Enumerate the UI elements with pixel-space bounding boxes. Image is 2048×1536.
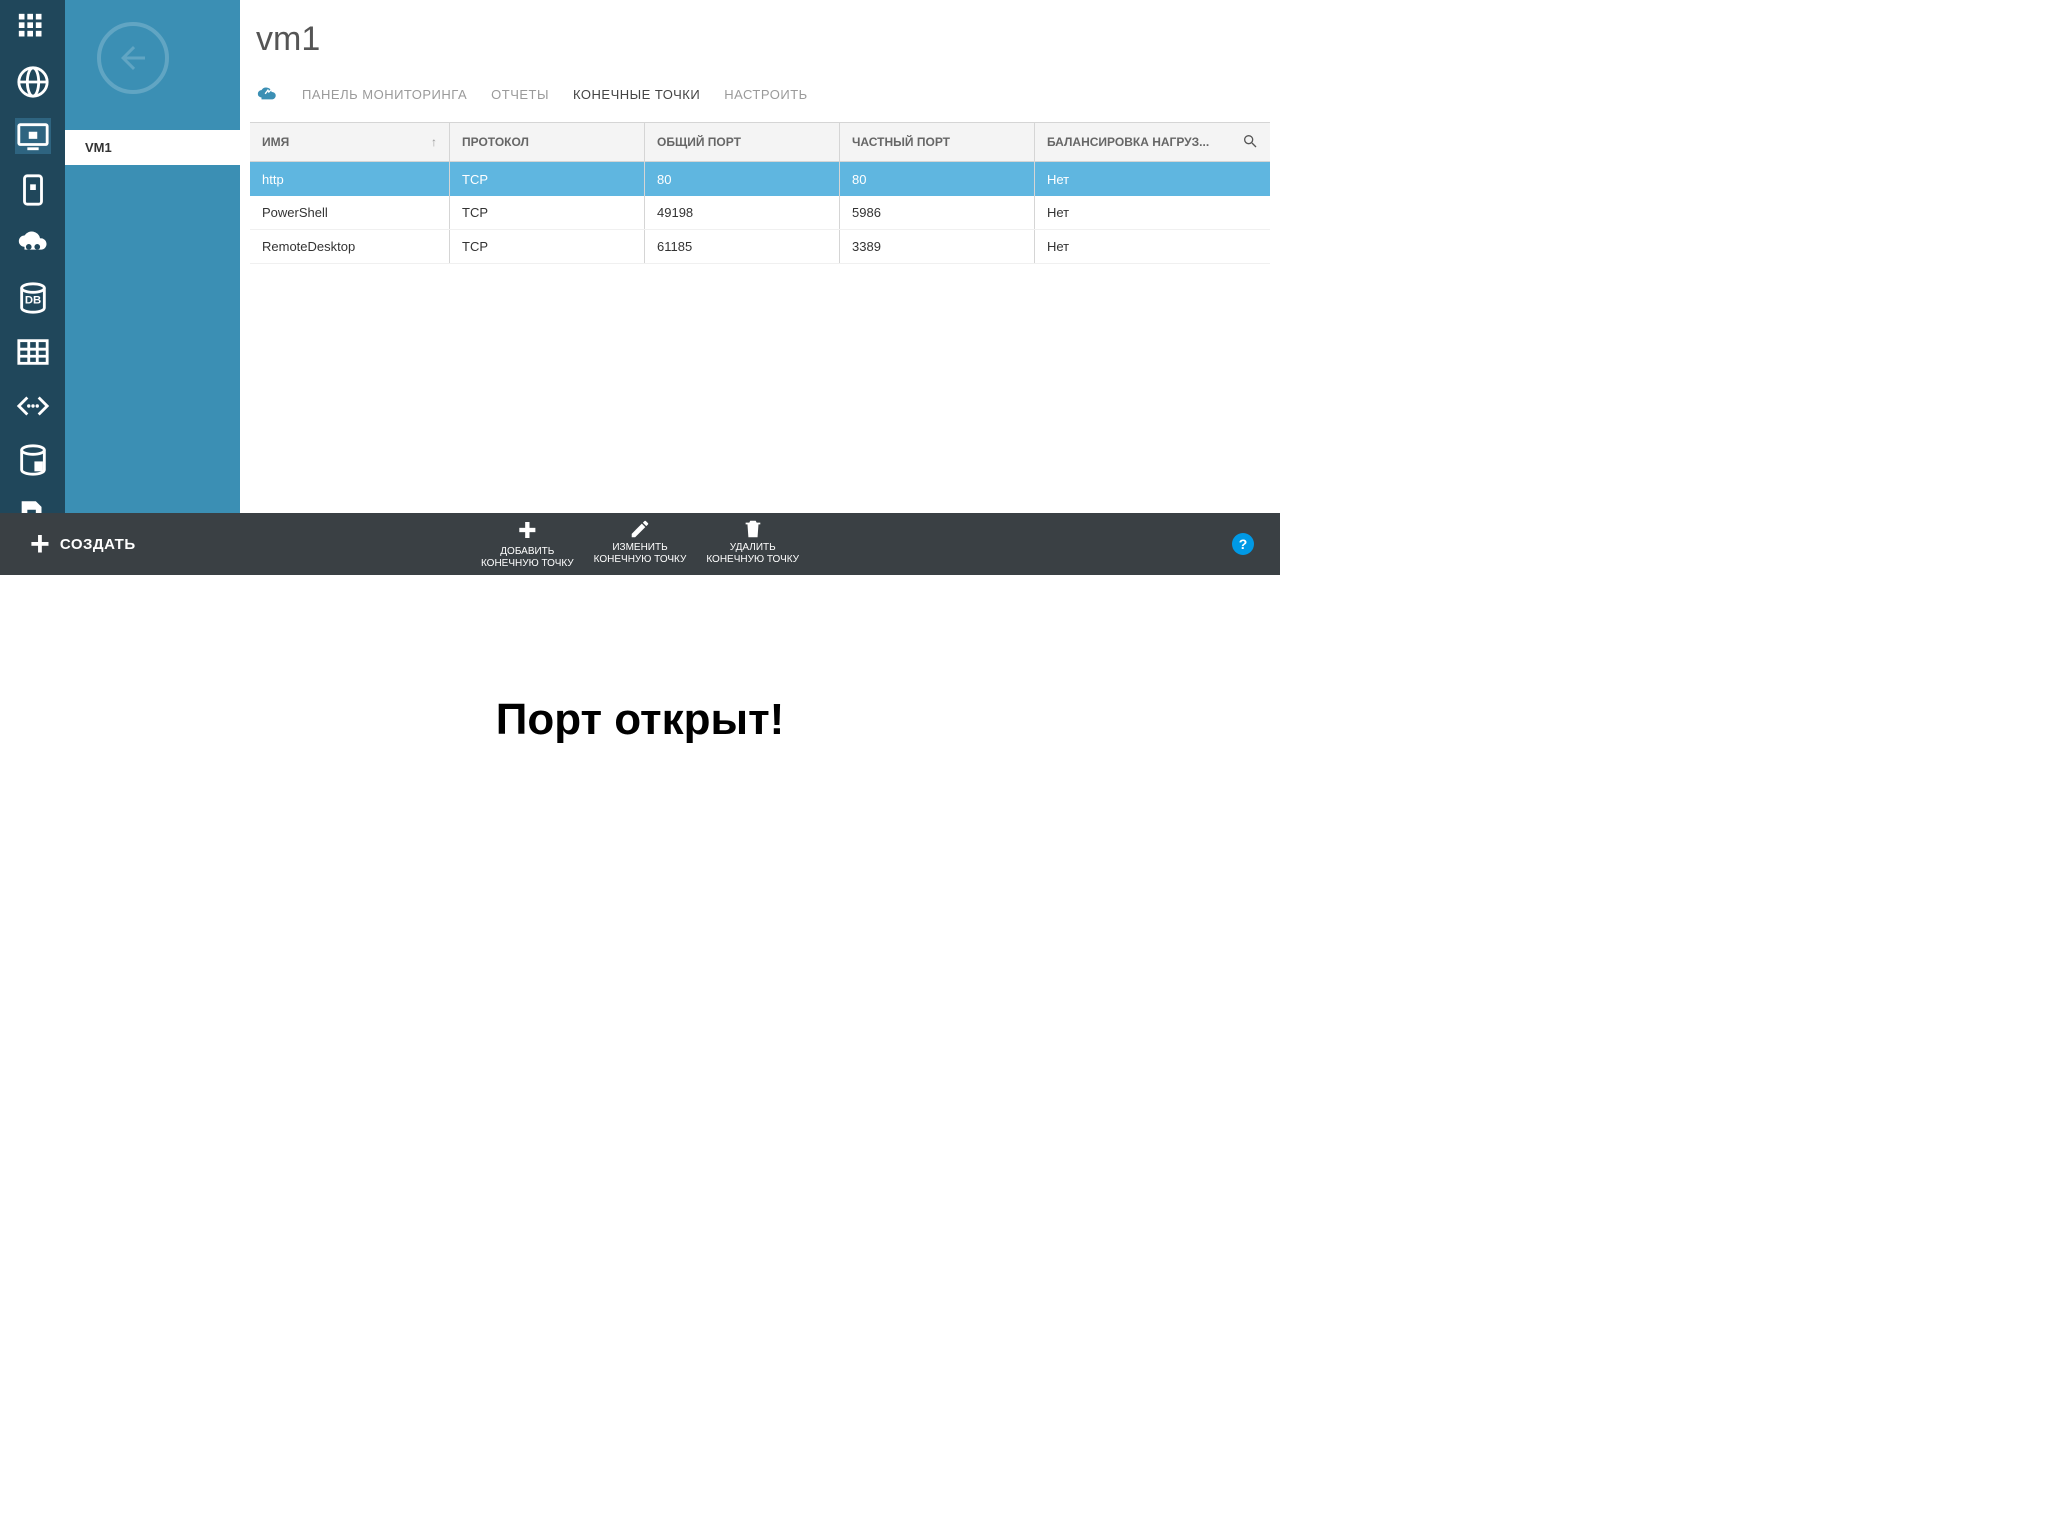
table-icon[interactable] xyxy=(15,334,51,370)
search-icon[interactable] xyxy=(1242,133,1258,152)
tab-configure[interactable]: НАСТРОИТЬ xyxy=(724,87,807,102)
cell-load-balancing: Нет xyxy=(1035,162,1270,196)
table-header: ИМЯ ↑ ПРОТОКОЛ ОБЩИЙ ПОРТ ЧАСТНЫЙ ПОРТ Б… xyxy=(250,122,1270,162)
page-title: vm1 xyxy=(256,20,1280,59)
col-header-protocol[interactable]: ПРОТОКОЛ xyxy=(450,123,645,161)
tab-reports[interactable]: ОТЧЕТЫ xyxy=(491,87,549,102)
col-header-private-port[interactable]: ЧАСТНЫЙ ПОРТ xyxy=(840,123,1035,161)
nav-panel: VM1 xyxy=(65,0,240,575)
tab-endpoints[interactable]: КОНЕЧНЫЕ ТОЧКИ xyxy=(573,87,700,102)
delete-label-1: УДАЛИТЬ xyxy=(730,542,776,554)
cell-name: http xyxy=(250,162,450,196)
cell-public-port: 49198 xyxy=(645,196,840,229)
edit-label-2: КОНЕЧНУЮ ТОЧКУ xyxy=(594,554,687,566)
delete-endpoint-button[interactable]: УДАЛИТЬ КОНЕЧНУЮ ТОЧКУ xyxy=(706,518,799,570)
back-button[interactable] xyxy=(97,22,169,94)
cloud-gear-icon[interactable] xyxy=(15,226,51,262)
create-label: СОЗДАТЬ xyxy=(60,536,136,553)
code-icon[interactable] xyxy=(15,388,51,424)
cell-name: PowerShell xyxy=(250,196,450,229)
pencil-icon xyxy=(629,518,651,540)
col-header-lb-label: БАЛАНСИРОВКА НАГРУЗ... xyxy=(1047,135,1209,149)
grid-icon[interactable] xyxy=(15,10,51,46)
table-row[interactable]: PowerShellTCP491985986Нет xyxy=(250,196,1270,230)
table-row[interactable]: httpTCP8080Нет xyxy=(250,162,1270,196)
arrow-left-icon xyxy=(115,40,151,76)
col-header-public-port[interactable]: ОБЩИЙ ПОРТ xyxy=(645,123,840,161)
cell-protocol: TCP xyxy=(450,196,645,229)
bottom-bar: + СОЗДАТЬ ✚ ДОБАВИТЬ КОНЕЧНУЮ ТОЧКУ ИЗМЕ… xyxy=(0,513,1280,575)
cell-private-port: 3389 xyxy=(840,230,1035,263)
col-header-load-balancing[interactable]: БАЛАНСИРОВКА НАГРУЗ... xyxy=(1035,123,1270,161)
plus-icon: + xyxy=(30,527,50,561)
plus-icon: ✚ xyxy=(518,518,536,544)
tab-monitoring[interactable]: ПАНЕЛЬ МОНИТОРИНГА xyxy=(302,87,467,102)
col-header-name-label: ИМЯ xyxy=(262,135,289,149)
globe-icon[interactable] xyxy=(15,64,51,100)
slide-caption: Порт открыт! xyxy=(0,695,1280,745)
help-button[interactable]: ? xyxy=(1232,533,1254,555)
sort-arrow-icon: ↑ xyxy=(431,135,437,149)
tab-bar: ПАНЕЛЬ МОНИТОРИНГА ОТЧЕТЫ КОНЕЧНЫЕ ТОЧКИ… xyxy=(256,83,1280,106)
left-icon-rail: DB xyxy=(0,0,65,575)
cell-public-port: 61185 xyxy=(645,230,840,263)
nav-item-vm1[interactable]: VM1 xyxy=(65,130,240,165)
endpoints-table: ИМЯ ↑ ПРОТОКОЛ ОБЩИЙ ПОРТ ЧАСТНЫЙ ПОРТ Б… xyxy=(250,122,1270,264)
add-endpoint-button[interactable]: ✚ ДОБАВИТЬ КОНЕЧНУЮ ТОЧКУ xyxy=(481,518,574,570)
table-row[interactable]: RemoteDesktopTCP611853389Нет xyxy=(250,230,1270,264)
cell-protocol: TCP xyxy=(450,230,645,263)
storage-icon[interactable] xyxy=(15,442,51,478)
cell-private-port: 5986 xyxy=(840,196,1035,229)
cell-public-port: 80 xyxy=(645,162,840,196)
cell-load-balancing: Нет xyxy=(1035,230,1270,263)
edit-endpoint-button[interactable]: ИЗМЕНИТЬ КОНЕЧНУЮ ТОЧКУ xyxy=(594,518,687,570)
azure-portal: DB VM1 vm1 ПАНЕЛЬ МОНИТОРИНГА xyxy=(0,0,1280,575)
add-label-1: ДОБАВИТЬ xyxy=(500,546,554,558)
cell-name: RemoteDesktop xyxy=(250,230,450,263)
cell-private-port: 80 xyxy=(840,162,1035,196)
quickstart-icon[interactable] xyxy=(256,83,278,106)
col-header-name[interactable]: ИМЯ ↑ xyxy=(250,123,450,161)
edit-label-1: ИЗМЕНИТЬ xyxy=(612,542,667,554)
table-body: httpTCP8080НетPowerShellTCP491985986НетR… xyxy=(250,162,1270,264)
add-label-2: КОНЕЧНУЮ ТОЧКУ xyxy=(481,558,574,570)
cell-protocol: TCP xyxy=(450,162,645,196)
main-content: vm1 ПАНЕЛЬ МОНИТОРИНГА ОТЧЕТЫ КОНЕЧНЫЕ Т… xyxy=(240,0,1280,575)
trash-icon xyxy=(742,518,764,540)
mobile-icon[interactable] xyxy=(15,172,51,208)
db-icon[interactable]: DB xyxy=(15,280,51,316)
delete-label-2: КОНЕЧНУЮ ТОЧКУ xyxy=(706,554,799,566)
svg-text:DB: DB xyxy=(24,295,40,307)
create-button[interactable]: + СОЗДАТЬ xyxy=(0,527,240,561)
vm-icon[interactable] xyxy=(15,118,51,154)
cell-load-balancing: Нет xyxy=(1035,196,1270,229)
